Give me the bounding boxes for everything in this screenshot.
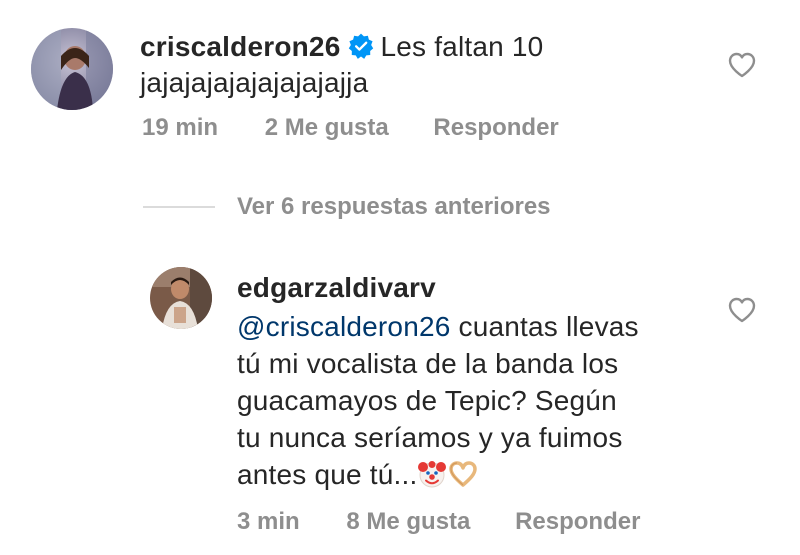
- reply-text-line5: antes que tú...: [237, 459, 418, 490]
- reply-text-line3: guacamayos de Tepic? Según: [237, 385, 617, 416]
- reply-reply-button[interactable]: Responder: [515, 508, 640, 536]
- view-previous-replies-button[interactable]: Ver 6 respuestas anteriores: [237, 193, 551, 221]
- comment-text-line1: Les faltan 10: [380, 31, 544, 62]
- comment-text-line2: jajajajajajajajajajja: [140, 67, 369, 98]
- avatar-edgarzaldivarv[interactable]: [150, 267, 212, 329]
- comment-time: 19 min: [142, 114, 219, 141]
- avatar-image: [31, 28, 113, 110]
- reply-text-line1: @criscalderon26 cuantas llevas: [237, 308, 707, 345]
- avatar-criscalderon26[interactable]: [31, 28, 113, 110]
- reply-time: 3 min: [237, 508, 300, 535]
- reply-likes[interactable]: 8 Me gusta: [346, 508, 470, 536]
- reply-meta: 3 min 8 Me gusta Responder: [237, 508, 640, 536]
- reply-like-heart-icon[interactable]: [728, 297, 756, 323]
- reply-username[interactable]: edgarzaldivarv: [237, 272, 436, 304]
- clown-face-icon: [418, 461, 447, 488]
- heart-hands-icon: [449, 461, 478, 487]
- reply-mention-link[interactable]: @criscalderon26: [237, 311, 451, 342]
- avatar-image: [150, 267, 212, 329]
- reply-text-line2: tú mi vocalista de la banda los: [237, 348, 619, 379]
- replies-divider: [143, 206, 215, 208]
- like-heart-icon[interactable]: [728, 52, 756, 78]
- verified-badge-icon: [349, 33, 374, 59]
- reply-text-line5-wrap: antes que tú...: [237, 456, 707, 493]
- reply-text: @criscalderon26 cuantas llevas tú mi voc…: [237, 308, 707, 493]
- reply-text-line1-rest: cuantas llevas: [450, 311, 639, 342]
- comment-meta: 19 min 2 Me gusta Responder: [142, 114, 559, 142]
- comment-username[interactable]: criscalderon26 Les faltan 10: [140, 28, 543, 65]
- comment-username-text[interactable]: criscalderon26: [140, 31, 340, 62]
- comment-reply-button[interactable]: Responder: [433, 114, 558, 142]
- comment-likes[interactable]: 2 Me gusta: [265, 114, 389, 142]
- reply-text-line4: tu nunca seríamos y ya fuimos: [237, 422, 623, 453]
